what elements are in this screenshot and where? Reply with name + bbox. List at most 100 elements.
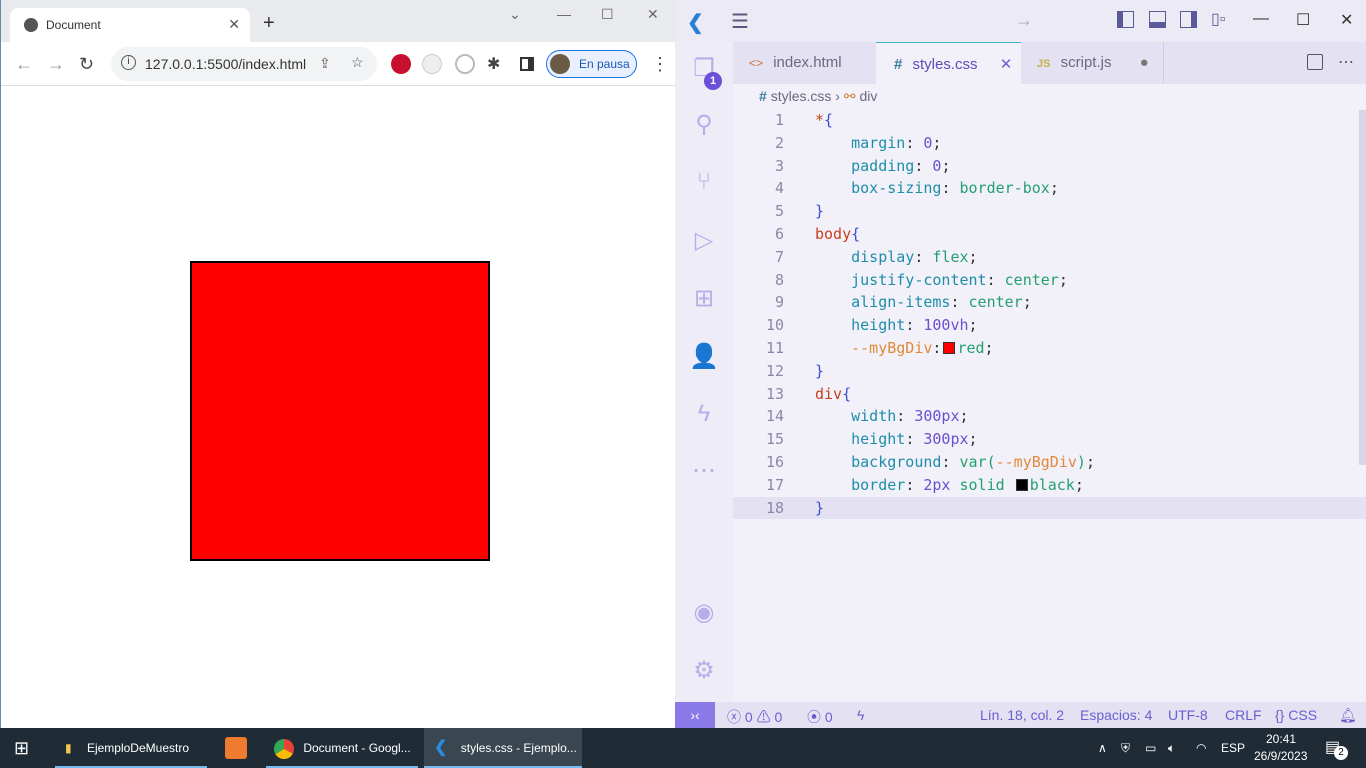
back-icon[interactable]: ← — [15, 54, 33, 75]
extension-icon[interactable] — [391, 54, 411, 74]
breadcrumb-file[interactable]: styles.css — [771, 88, 832, 104]
code-line[interactable]: 4 box-sizing: border-box; — [733, 177, 1366, 200]
code-editor[interactable]: 1 *{2 margin: 0; 3 padding: 0; 4 box-sizing… — [733, 109, 1366, 520]
info-icon: i — [121, 55, 136, 70]
forward-icon[interactable]: → — [1015, 10, 1033, 31]
side-panel-icon[interactable] — [520, 57, 534, 71]
cursor-position[interactable]: Lín. 18, col. 2 — [980, 707, 1064, 723]
vscode-window: ❮ ☰ → ▯▫ — ☐ ✕ ❐ 1 ⚲ ⑂ ▷ ⊞ 👤 ϟ ⋯ ◉ ⚙ <> … — [675, 0, 1366, 728]
close-tab-icon[interactable]: ✕ — [228, 16, 240, 33]
reload-icon[interactable]: ↻ — [79, 54, 94, 75]
menu-icon[interactable]: ⋮ — [651, 54, 669, 75]
bell-icon[interactable]: 🔔︎ — [1339, 707, 1357, 724]
language-mode[interactable]: {} CSS — [1275, 707, 1317, 723]
remote-icon[interactable]: ›‹ — [675, 702, 715, 728]
address-bar[interactable]: i 127.0.0.1:5500/index.html ⇪ ☆ — [111, 47, 377, 81]
line-ending[interactable]: CRLF — [1225, 707, 1262, 723]
tab-index-html[interactable]: <> index.html — [733, 42, 876, 84]
toggle-secondary-sidebar-icon[interactable] — [1180, 11, 1197, 28]
xampp-icon[interactable] — [225, 737, 247, 759]
minimize-button[interactable]: — — [1253, 10, 1269, 28]
line-text: } — [815, 360, 824, 383]
more-icon[interactable]: ⋯ — [689, 456, 719, 486]
puzzle-icon[interactable]: ✱ — [487, 54, 500, 74]
problems-indicator[interactable]: ⓧ 0 ⚠ 0 — [727, 707, 782, 727]
star-icon[interactable]: ☆ — [351, 54, 364, 71]
maximize-button[interactable]: ☐ — [1296, 10, 1310, 30]
code-line[interactable]: 13 div{ — [733, 383, 1366, 406]
windows-start-icon[interactable]: ⊞ — [14, 728, 29, 768]
lightning-icon[interactable]: ϟ — [689, 400, 719, 430]
forward-icon[interactable]: → — [47, 54, 65, 75]
code-line[interactable]: 12} — [733, 360, 1366, 383]
code-line[interactable]: 7 display: flex; — [733, 246, 1366, 269]
profile-button[interactable]: En pausa — [546, 50, 637, 78]
encoding[interactable]: UTF-8 — [1168, 707, 1208, 723]
run-debug-icon[interactable]: ▷ — [689, 226, 719, 256]
volume-icon[interactable]: 🔈︎ — [1168, 728, 1175, 768]
toggle-sidebar-icon[interactable] — [1117, 11, 1134, 28]
taskbar-item-vscode[interactable]: ❮ styles.css - Ejemplo... — [424, 728, 582, 768]
code-line[interactable]: 17 border: 2px solid black; — [733, 474, 1366, 497]
minimize-button[interactable]: — — [557, 6, 571, 22]
menu-icon[interactable]: ☰ — [731, 9, 749, 34]
share-icon[interactable]: ⇪ — [319, 55, 331, 72]
unsaved-dot-icon[interactable]: ● — [1140, 54, 1149, 71]
line-number: 14 — [765, 407, 784, 426]
code-line[interactable]: 2 margin: 0; — [733, 132, 1366, 155]
new-tab-button[interactable]: + — [263, 12, 275, 35]
toggle-panel-icon[interactable] — [1149, 11, 1166, 28]
code-line[interactable]: 11 --myBgDiv: red; — [733, 337, 1366, 360]
color-swatch[interactable] — [943, 341, 956, 354]
code-line[interactable]: 1 *{ — [733, 109, 1366, 132]
react-devtools-icon[interactable] — [422, 54, 442, 74]
close-button[interactable]: ✕ — [647, 6, 659, 23]
lightning-icon[interactable]: ϟ — [857, 707, 864, 723]
taskbar-item-explorer[interactable]: ▮ EjemploDeMuestro — [55, 728, 207, 768]
breadcrumb-symbol[interactable]: div — [859, 88, 877, 104]
extension-icon[interactable] — [455, 54, 475, 74]
wifi-icon[interactable]: ◠ — [1196, 728, 1206, 768]
tab-search-icon[interactable]: ⌄ — [509, 6, 521, 23]
tab-styles-css[interactable]: # styles.css ✕ — [876, 42, 1021, 84]
accounts-icon[interactable]: ◉ — [689, 598, 719, 628]
browser-tab[interactable]: Document ✕ — [10, 8, 250, 42]
code-line[interactable]: 5} — [733, 200, 1366, 223]
scrollbar[interactable] — [1359, 110, 1366, 465]
indentation[interactable]: Espacios: 4 — [1080, 707, 1152, 723]
close-icon[interactable]: ✕ — [1000, 56, 1013, 73]
code-token: solid — [959, 475, 1014, 494]
search-icon[interactable]: ⚲ — [689, 110, 719, 140]
code-line[interactable]: 10 height: 100vh; — [733, 314, 1366, 337]
maximize-button[interactable]: ☐ — [601, 6, 614, 23]
clock-time[interactable]: 20:41 — [1266, 732, 1296, 746]
code-line[interactable]: 9 align-items: center; — [733, 291, 1366, 314]
clock-date[interactable]: 26/9/2023 — [1254, 749, 1307, 763]
line-text: padding: 0; — [815, 155, 950, 178]
more-actions-icon[interactable]: ⋯ — [1338, 52, 1354, 72]
gear-icon[interactable]: ⚙ — [689, 656, 719, 686]
code-line[interactable]: 3 padding: 0; — [733, 155, 1366, 178]
layout-icon[interactable]: ▯▫ — [1211, 9, 1225, 29]
split-editor-icon[interactable] — [1307, 54, 1323, 70]
code-line[interactable]: 14 width: 300px; — [733, 405, 1366, 428]
code-token: justify-content — [851, 270, 987, 289]
code-line[interactable]: 18} — [733, 496, 1366, 520]
url-text[interactable]: 127.0.0.1:5500/index.html — [145, 56, 306, 72]
close-button[interactable]: ✕ — [1340, 10, 1353, 30]
chevron-up-icon[interactable]: ∧ — [1098, 728, 1107, 768]
source-control-icon[interactable]: ⑂ — [689, 168, 719, 198]
language-indicator[interactable]: ESP — [1221, 728, 1245, 768]
extensions-icon[interactable]: ⊞ — [689, 284, 719, 314]
taskbar-item-chrome[interactable]: Document - Googl... — [266, 728, 418, 768]
color-swatch[interactable] — [1015, 478, 1028, 491]
live-share-avatar-icon[interactable]: 👤 — [689, 342, 719, 372]
code-line[interactable]: 16 background: var(--myBgDiv); — [733, 451, 1366, 474]
battery-icon[interactable]: ▭ — [1145, 728, 1156, 768]
security-icon[interactable]: ⛨ — [1121, 728, 1130, 768]
code-line[interactable]: 8 justify-content: center; — [733, 269, 1366, 292]
code-line[interactable]: 6 body{ — [733, 223, 1366, 246]
tab-script-js[interactable]: JS script.js ● — [1021, 42, 1164, 84]
code-line[interactable]: 15 height: 300px; — [733, 428, 1366, 451]
ports-indicator[interactable]: ⦿ 0 — [807, 707, 833, 727]
